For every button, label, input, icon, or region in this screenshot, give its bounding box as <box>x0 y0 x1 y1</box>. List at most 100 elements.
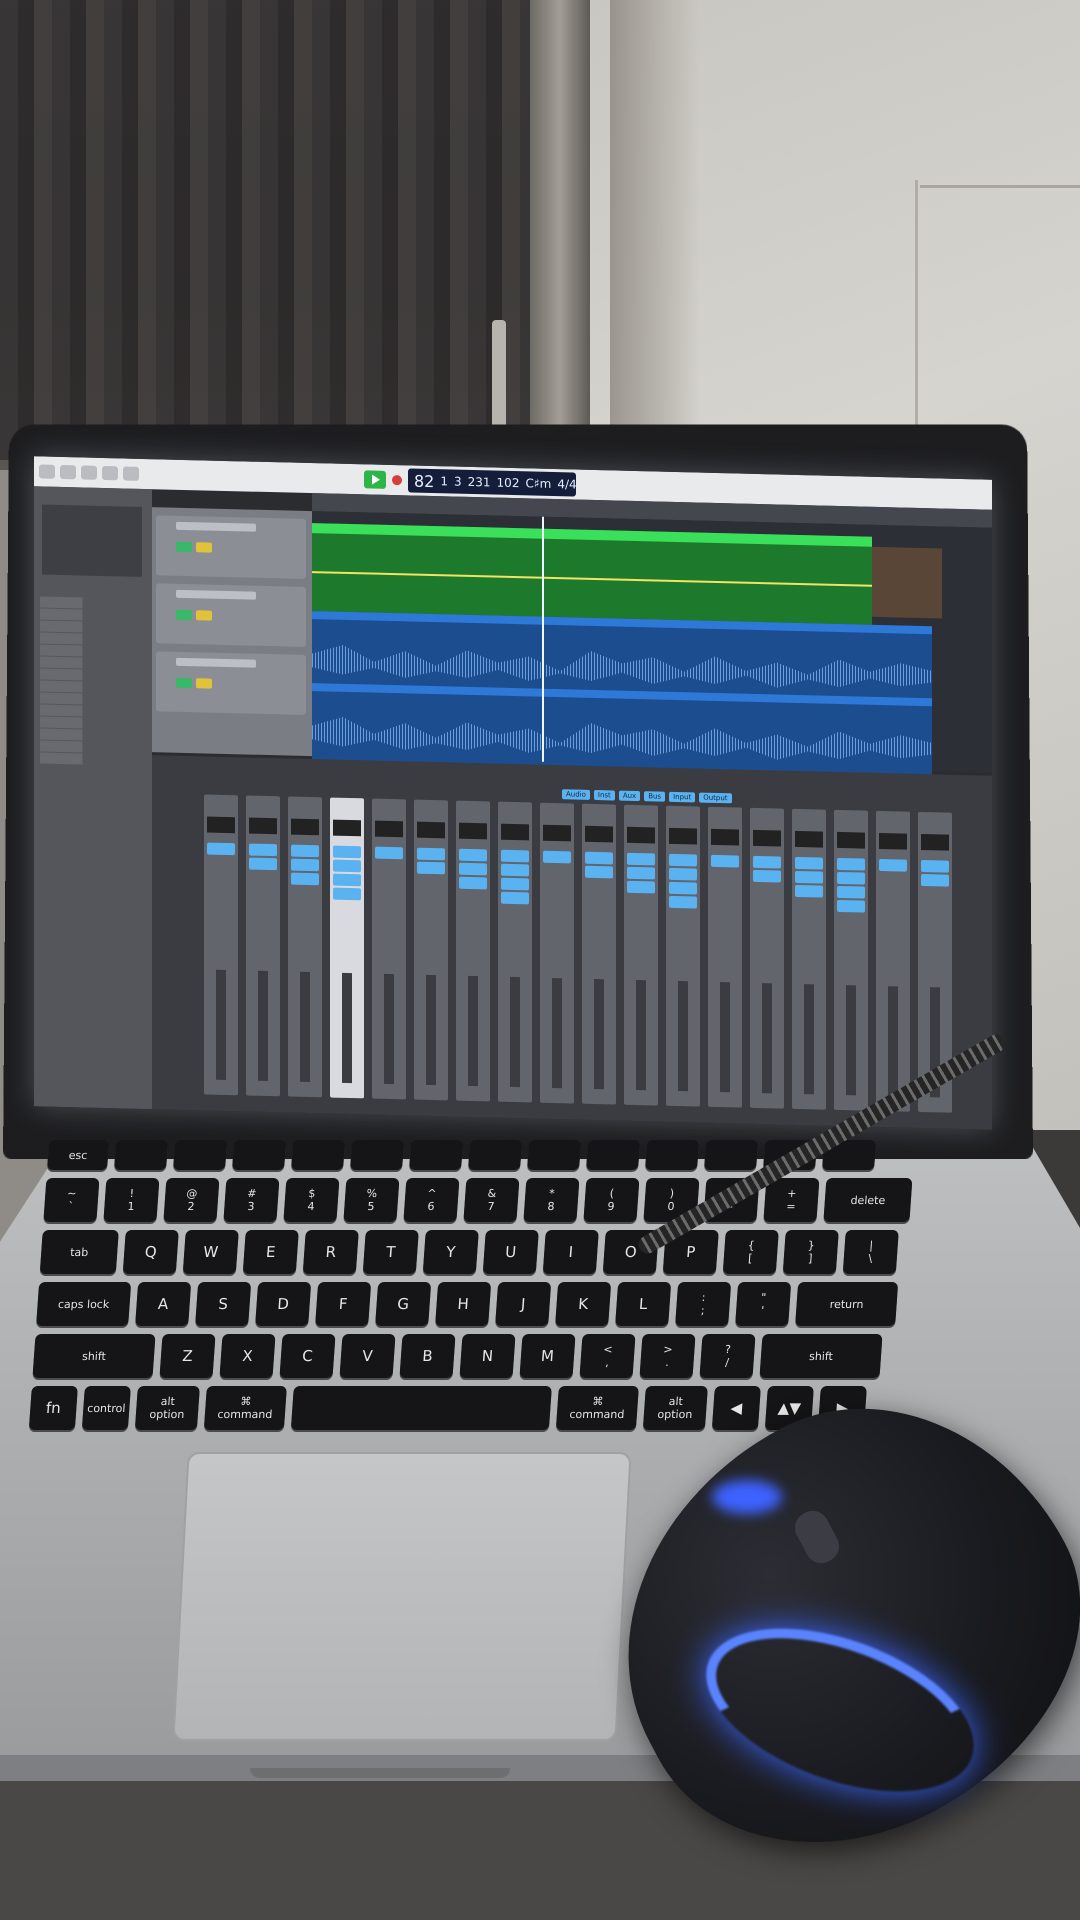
insert-slot[interactable] <box>207 842 235 856</box>
record-icon[interactable] <box>392 475 402 486</box>
insert-slot[interactable] <box>417 861 445 875</box>
keyboard-key[interactable] <box>409 1140 464 1170</box>
channel-fader[interactable] <box>384 973 394 1085</box>
keyboard-key[interactable]: return <box>795 1282 899 1326</box>
channel-fader[interactable] <box>888 986 898 1097</box>
mixer-tab[interactable]: Inst <box>593 789 615 801</box>
keyboard-key[interactable]: # 3 <box>223 1178 280 1222</box>
keyboard-key[interactable]: { [ <box>722 1230 779 1274</box>
insert-slot[interactable] <box>417 847 445 861</box>
channel-fader[interactable] <box>510 976 520 1088</box>
channel-fader[interactable] <box>426 974 436 1086</box>
keyboard-key[interactable]: control <box>81 1386 131 1430</box>
keyboard-key[interactable]: X <box>219 1334 276 1378</box>
eq-thumbnail[interactable] <box>711 828 739 846</box>
channel-strip[interactable] <box>372 798 406 1100</box>
mixer-tab[interactable]: Output <box>699 792 732 804</box>
keyboard-key[interactable]: Q <box>122 1230 179 1274</box>
channel-fader[interactable] <box>552 977 562 1089</box>
channel-fader[interactable] <box>258 970 268 1082</box>
eq-thumbnail[interactable] <box>585 825 613 843</box>
keyboard-key[interactable]: ~ ` <box>43 1178 100 1222</box>
insert-slot[interactable] <box>627 852 655 866</box>
eq-thumbnail[interactable] <box>417 821 445 839</box>
keyboard-key[interactable]: S <box>195 1282 252 1326</box>
trackpad[interactable] <box>172 1452 632 1741</box>
insert-slot[interactable] <box>459 848 487 862</box>
keyboard-key[interactable] <box>527 1140 582 1170</box>
insert-slot[interactable] <box>837 857 865 871</box>
keyboard-key[interactable] <box>114 1140 169 1170</box>
keyboard-key[interactable]: $ 4 <box>283 1178 340 1222</box>
keyboard-key[interactable]: shift <box>759 1334 883 1378</box>
channel-fader[interactable] <box>720 982 730 1093</box>
eq-thumbnail[interactable] <box>795 830 823 848</box>
channel-strip[interactable] <box>330 797 364 1099</box>
insert-slot[interactable] <box>837 885 865 899</box>
keyboard-key[interactable]: ! 1 <box>103 1178 160 1222</box>
channel-strip[interactable] <box>834 809 868 1111</box>
insert-slot[interactable] <box>585 865 613 879</box>
keyboard-key[interactable] <box>232 1140 287 1170</box>
eq-thumbnail[interactable] <box>291 818 319 836</box>
keyboard-key[interactable]: N <box>459 1334 516 1378</box>
keyboard-key[interactable]: I <box>542 1230 599 1274</box>
channel-fader[interactable] <box>804 984 814 1095</box>
insert-slot[interactable] <box>249 857 277 871</box>
channel-fader[interactable] <box>342 972 352 1084</box>
channel-strip[interactable] <box>624 804 658 1106</box>
insert-slot[interactable] <box>627 866 655 880</box>
eq-thumbnail[interactable] <box>837 831 865 849</box>
track-solo-button[interactable] <box>196 678 212 689</box>
insert-slot[interactable] <box>291 858 319 872</box>
keyboard-key[interactable]: alt option <box>134 1386 200 1430</box>
playhead[interactable] <box>542 516 544 762</box>
keyboard-key[interactable]: W <box>182 1230 239 1274</box>
keyboard-key[interactable]: > . <box>639 1334 696 1378</box>
channel-fader[interactable] <box>594 978 604 1090</box>
keyboard-key[interactable]: fn <box>28 1386 78 1430</box>
keyboard-key[interactable]: J <box>495 1282 552 1326</box>
toolbar-button[interactable] <box>102 465 118 481</box>
keyboard-key[interactable]: } ] <box>782 1230 839 1274</box>
instrument-region[interactable] <box>312 523 872 627</box>
track-mute-button[interactable] <box>176 541 192 553</box>
insert-slot[interactable] <box>501 891 529 905</box>
eq-thumbnail[interactable] <box>669 827 697 845</box>
keyboard-key[interactable]: T <box>362 1230 419 1274</box>
insert-slot[interactable] <box>501 849 529 863</box>
track-mute-button[interactable] <box>176 677 192 689</box>
insert-slot[interactable] <box>795 856 823 870</box>
eq-thumbnail[interactable] <box>375 820 403 838</box>
keyboard-key[interactable]: " ' <box>735 1282 792 1326</box>
eq-thumbnail[interactable] <box>879 832 907 850</box>
insert-slot[interactable] <box>669 895 697 909</box>
insert-slot[interactable] <box>375 846 403 860</box>
keyboard-key[interactable]: ◀ <box>711 1386 761 1430</box>
keyboard-key[interactable]: & 7 <box>463 1178 520 1222</box>
channel-strip[interactable] <box>666 805 700 1107</box>
mixer-tab[interactable]: Aux <box>618 790 641 802</box>
eq-thumbnail[interactable] <box>249 817 277 835</box>
channel-strip[interactable] <box>750 807 784 1109</box>
keyboard-key[interactable]: ⌘ command <box>555 1386 639 1430</box>
keyboard-key[interactable]: ^ 6 <box>403 1178 460 1222</box>
arrange-area[interactable] <box>312 511 992 777</box>
keyboard-key[interactable] <box>290 1386 552 1430</box>
keyboard-key[interactable]: K <box>555 1282 612 1326</box>
keyboard-key[interactable]: Z <box>159 1334 216 1378</box>
keyboard-key[interactable]: shift <box>32 1334 156 1378</box>
eq-thumbnail[interactable] <box>543 824 571 842</box>
keyboard-key[interactable]: H <box>435 1282 492 1326</box>
insert-slot[interactable] <box>291 844 319 858</box>
insert-slot[interactable] <box>333 873 361 887</box>
channel-fader[interactable] <box>468 975 478 1087</box>
insert-slot[interactable] <box>459 862 487 876</box>
keyboard-key[interactable]: R <box>302 1230 359 1274</box>
insert-slot[interactable] <box>879 858 907 872</box>
channel-strip[interactable] <box>498 801 532 1103</box>
keyboard-key[interactable]: L <box>615 1282 672 1326</box>
insert-slot[interactable] <box>333 845 361 859</box>
insert-slot[interactable] <box>921 859 949 873</box>
keyboard-key[interactable]: U <box>482 1230 539 1274</box>
